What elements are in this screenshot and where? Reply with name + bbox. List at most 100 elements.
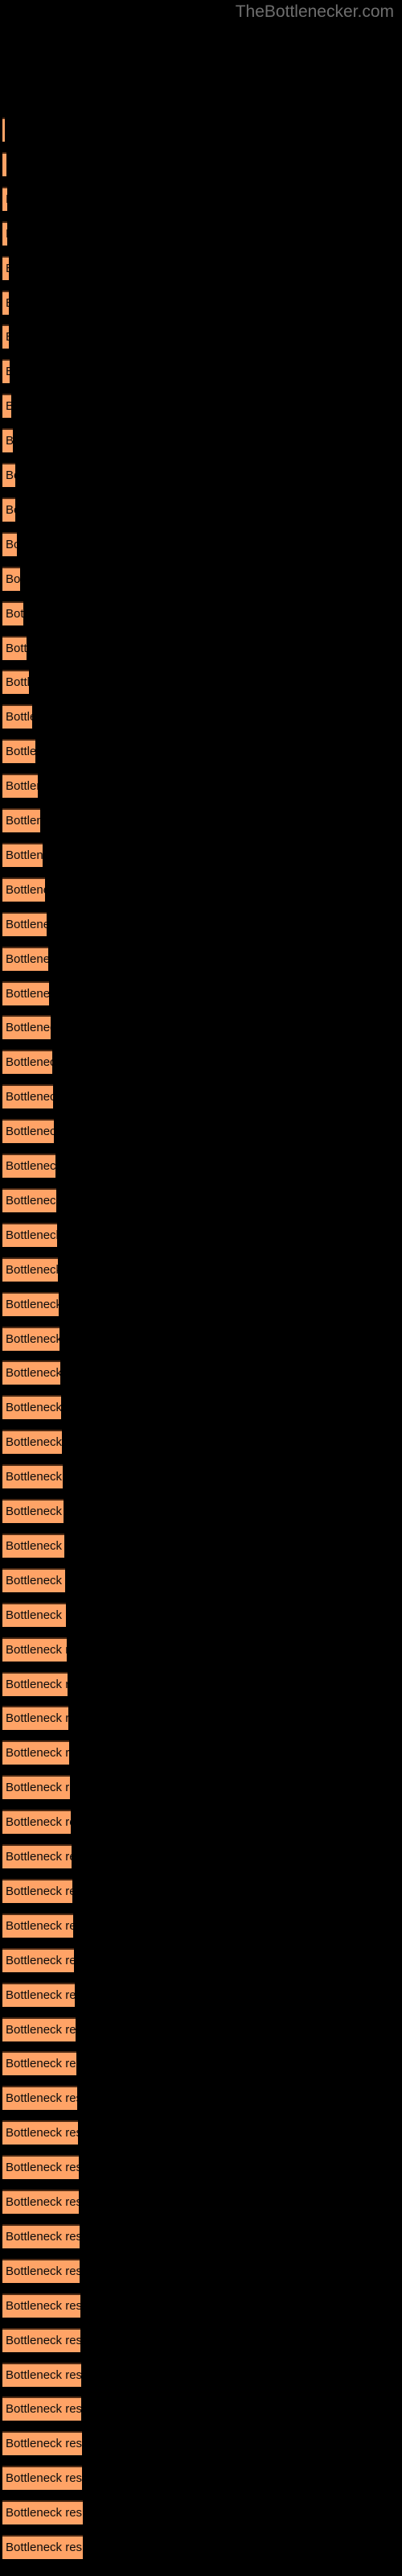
bar[interactable]: Bottleneck result <box>2 2051 76 2076</box>
bar[interactable]: Bottleneck result <box>2 1050 52 1075</box>
bar[interactable]: Bottleneck result <box>2 1982 75 2007</box>
bar[interactable]: Bottleneck result <box>2 980 49 1005</box>
bar[interactable]: Bottleneck result <box>2 774 38 799</box>
bar[interactable]: Bottleneck result <box>2 1671 68 1696</box>
bar[interactable]: Bottleneck result <box>2 2362 81 2387</box>
bar[interactable]: Bottleneck result <box>2 2466 82 2491</box>
bar[interactable]: Bottleneck result <box>2 221 7 246</box>
bar-row: Bottleneck result <box>0 601 402 625</box>
bar[interactable]: Bottleneck result <box>2 290 9 315</box>
bar-label: Bottleneck result <box>6 502 15 517</box>
bar[interactable]: Bottleneck result <box>2 2327 80 2352</box>
bar[interactable]: Bottleneck result <box>2 1464 63 1489</box>
bar[interactable]: Bottleneck result <box>2 2500 83 2525</box>
bar[interactable]: Bottleneck result <box>2 1395 61 1420</box>
bar[interactable]: Bottleneck result <box>2 2086 77 2111</box>
bar[interactable]: Bottleneck result <box>2 1637 67 1662</box>
bar-row: Bottleneck result <box>0 2017 402 2041</box>
bar[interactable]: Bottleneck result <box>2 670 29 695</box>
bar[interactable]: Bottleneck result <box>2 1257 58 1282</box>
bar-row: Bottleneck result <box>0 1395 402 1420</box>
bar[interactable]: Bottleneck result <box>2 911 47 936</box>
bar[interactable]: Bottleneck result <box>2 186 7 211</box>
bar[interactable]: Bottleneck result <box>2 1291 59 1316</box>
bar-row: Bottleneck result <box>0 151 402 176</box>
bar[interactable]: Bottleneck result <box>2 2190 79 2214</box>
bar[interactable]: Bottleneck result <box>2 1878 72 1903</box>
bar[interactable]: Bottleneck result <box>2 1810 71 1835</box>
bar[interactable]: Bottleneck result <box>2 1430 62 1455</box>
bar-label: Bottleneck result <box>6 1850 72 1864</box>
bar[interactable]: Bottleneck result <box>2 946 48 971</box>
bar[interactable]: Bottleneck result <box>2 704 32 729</box>
bar[interactable]: Bottleneck result <box>2 1084 53 1109</box>
bar-label: Bottleneck result <box>6 986 49 1001</box>
bar-label: Bottleneck result <box>6 2229 80 2244</box>
bar-label: Bottleneck result <box>6 2091 77 2106</box>
bar[interactable]: Bottleneck result <box>2 1844 72 1868</box>
bar[interactable]: Bottleneck result <box>2 1775 70 1800</box>
bar-row: Bottleneck result <box>0 1291 402 1316</box>
bar[interactable]: Bottleneck result <box>2 842 43 867</box>
bar-label: Bottleneck result <box>6 917 47 931</box>
bar[interactable]: Bottleneck result <box>2 1913 73 1938</box>
bar-label: Bottleneck result <box>2 258 9 280</box>
bar-row: Bottleneck result <box>0 635 402 660</box>
bar[interactable]: Bottleneck result <box>2 1740 69 1765</box>
bar-label: Bottleneck result <box>6 641 27 655</box>
bar-label: Bottleneck result <box>6 1125 54 1139</box>
bar-label: Bottleneck result <box>2 292 9 315</box>
bar-label: Bottleneck result <box>6 1746 69 1761</box>
bar-label: Bottleneck result <box>6 1297 59 1311</box>
bar-row: Bottleneck result <box>0 1154 402 1178</box>
bar[interactable]: Bottleneck result <box>2 1360 60 1385</box>
bar-row: Bottleneck result <box>0 2086 402 2111</box>
bar[interactable]: Bottleneck result <box>2 2120 78 2145</box>
bar[interactable]: Bottleneck result <box>2 1015 51 1040</box>
bar[interactable]: Bottleneck result <box>2 497 15 522</box>
bar[interactable]: Bottleneck result <box>2 1119 54 1144</box>
bar-row: Bottleneck result <box>0 877 402 902</box>
bar[interactable]: Bottleneck result <box>2 808 40 832</box>
bar[interactable]: Bottleneck result <box>2 255 9 280</box>
bar[interactable]: Bottleneck result <box>2 1602 66 1627</box>
bar[interactable]: Bottleneck result <box>2 2431 82 2456</box>
bar[interactable]: Bottleneck result <box>2 151 6 176</box>
bar[interactable]: Bottleneck result <box>2 359 10 384</box>
bar[interactable]: Bottleneck result <box>2 635 27 660</box>
bar[interactable]: Bottleneck result <box>2 2535 83 2559</box>
bar-row: Bottleneck result <box>0 1464 402 1489</box>
bar[interactable]: Bottleneck result <box>2 739 35 764</box>
bar[interactable]: Bottleneck result <box>2 877 45 902</box>
bar[interactable]: Bottleneck result <box>2 2017 76 2041</box>
bar-row: Bottleneck result <box>0 1015 402 1040</box>
bar[interactable]: Bottleneck result <box>2 1187 56 1212</box>
bar-row: Bottleneck result <box>0 324 402 349</box>
bar[interactable]: Bottleneck result <box>2 531 17 556</box>
bar-row: Bottleneck result <box>0 2500 402 2525</box>
bar[interactable]: Bottleneck result <box>2 2293 80 2318</box>
bar[interactable]: Bottleneck result <box>2 324 9 349</box>
bar[interactable]: Bottleneck result <box>2 1567 65 1592</box>
bar[interactable]: Bottleneck result <box>2 1499 64 1523</box>
bar[interactable]: Bottleneck result <box>2 463 15 487</box>
bar[interactable]: Bottleneck result <box>2 2396 81 2421</box>
bar-row: Bottleneck result <box>0 2466 402 2491</box>
bar[interactable]: Bottleneck result <box>2 1326 59 1351</box>
bar[interactable]: Bottleneck result <box>2 1222 57 1247</box>
bar[interactable]: Bottleneck result <box>2 601 23 625</box>
bar[interactable]: Bottleneck result <box>2 2258 80 2283</box>
bar-row: Bottleneck result <box>0 1775 402 1800</box>
bar[interactable]: Bottleneck result <box>2 2155 79 2180</box>
bar[interactable]: Bottleneck result <box>2 566 20 591</box>
bar[interactable]: Bottleneck result <box>2 1706 68 1731</box>
bar[interactable]: Bottleneck result <box>2 1533 64 1558</box>
bar[interactable]: Bottleneck result <box>2 1154 55 1178</box>
bar[interactable]: Bottleneck result <box>2 118 5 142</box>
bar[interactable]: Bottleneck result <box>2 1947 74 1972</box>
bar[interactable]: Bottleneck result <box>2 428 13 453</box>
bar[interactable]: Bottleneck result <box>2 2223 80 2248</box>
bar[interactable]: Bottleneck result <box>2 394 11 419</box>
bar-row: Bottleneck result <box>0 2293 402 2318</box>
bar-row: Bottleneck result <box>0 946 402 971</box>
